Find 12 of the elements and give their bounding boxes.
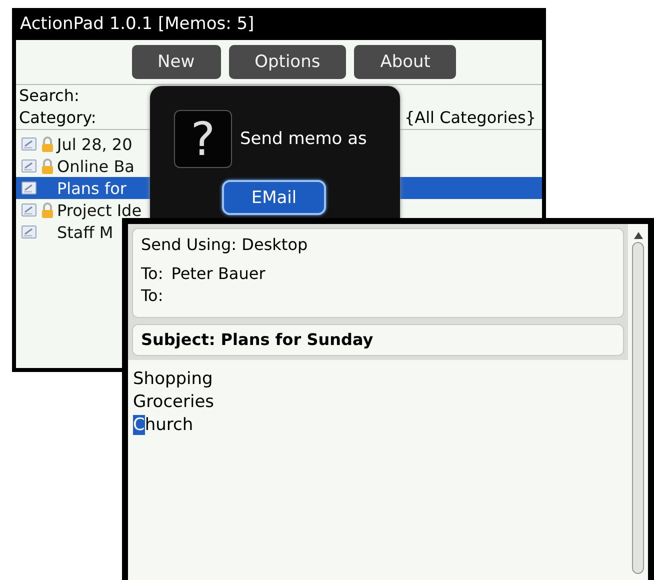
question-icon: ? [174, 110, 232, 168]
body-line: Groceries [133, 391, 214, 414]
to-label: To: [141, 285, 164, 307]
send-using-label: Send Using: Desktop [141, 234, 309, 256]
body-line: Church [133, 414, 194, 437]
search-label: Search: [19, 85, 80, 107]
dialog-message: Send memo as [240, 129, 367, 149]
subject-text: Subject: Plans for Sunday [141, 330, 374, 349]
to-label: To: [141, 263, 164, 285]
category-label: Category: [19, 107, 96, 129]
window-title: ActionPad 1.0.1 [Memos: 5] [19, 13, 256, 36]
body-line: Shopping [133, 368, 213, 391]
